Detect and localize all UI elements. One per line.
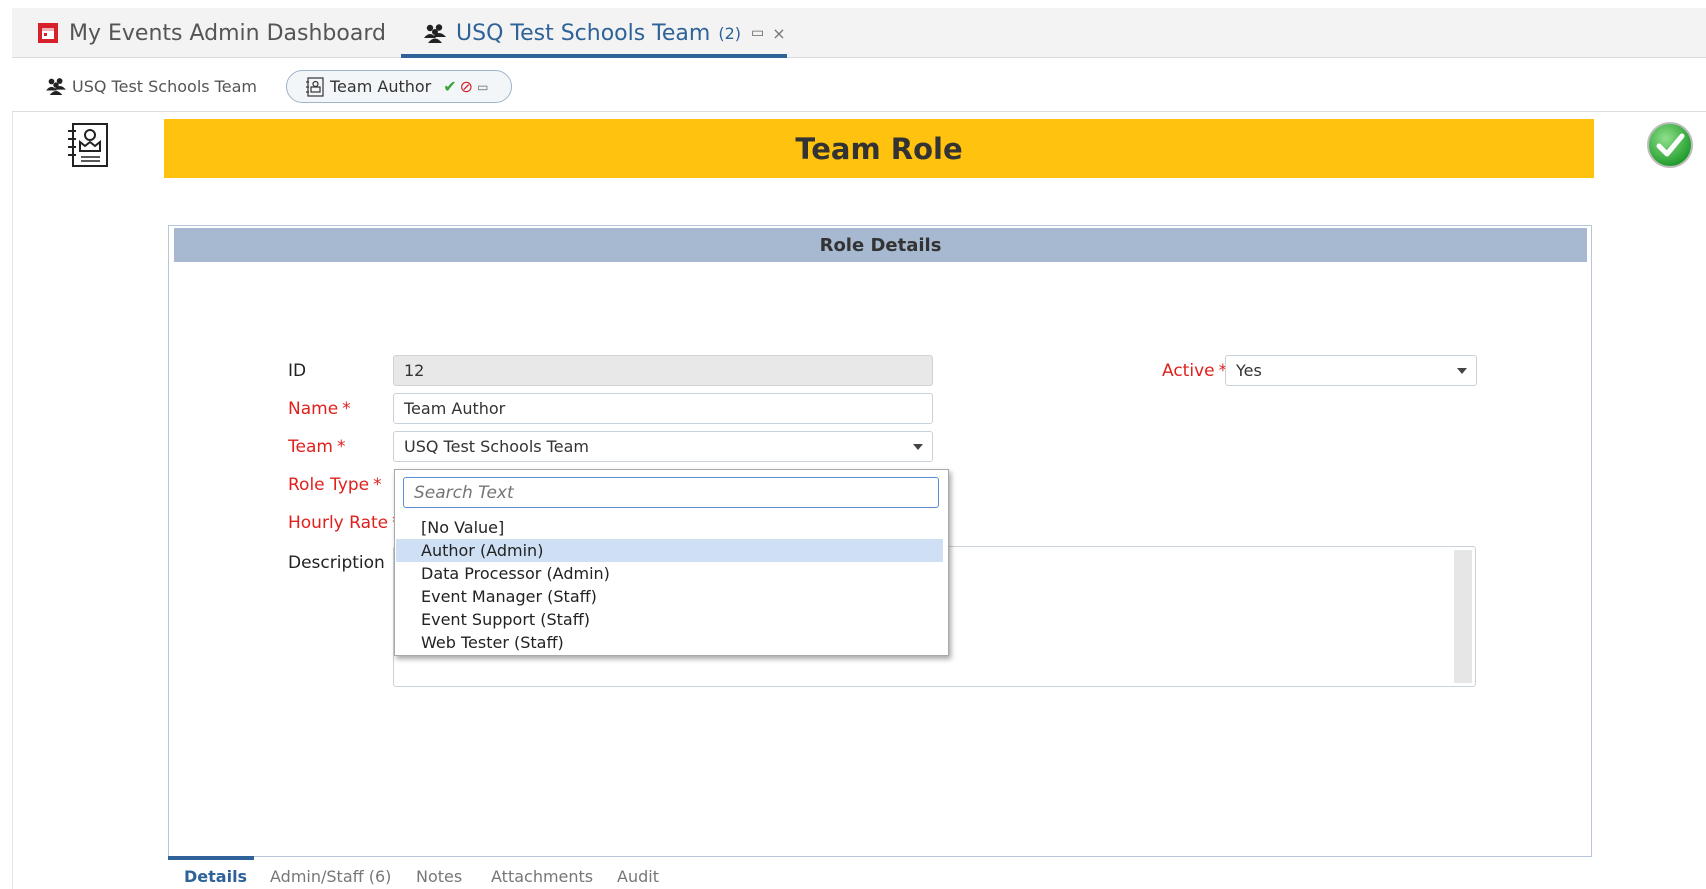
close-icon[interactable]: × — [772, 24, 785, 43]
team-select[interactable]: USQ Test Schools Team — [393, 431, 933, 462]
calendar-icon — [37, 22, 59, 44]
name-label: Name * — [288, 399, 351, 419]
name-field[interactable]: Team Author — [393, 393, 933, 424]
search-input[interactable] — [403, 477, 939, 508]
description-label: Description — [288, 553, 385, 573]
tab-details[interactable]: Details — [184, 863, 247, 889]
dropdown-option[interactable]: Event Manager (Staff) — [396, 585, 943, 608]
hourly-rate-label: Hourly Rate* — [288, 513, 401, 533]
breadcrumb-role-label: Team Author — [330, 77, 432, 96]
role-type-label: Role Type * — [288, 475, 382, 495]
chevron-down-icon — [1457, 368, 1467, 374]
tab-label: My Events Admin Dashboard — [69, 20, 386, 46]
active-tab-indicator — [401, 54, 787, 58]
popout-icon[interactable]: ▭ — [477, 80, 488, 94]
tab-label: USQ Test Schools Team — [456, 20, 711, 46]
breadcrumb-role[interactable]: Team Author ✔ ⊘ ▭ — [286, 70, 512, 103]
popout-icon[interactable]: ▭ — [751, 25, 764, 41]
id-label: ID — [288, 361, 307, 381]
active-bottom-tab-indicator — [168, 856, 254, 860]
breadcrumb-team[interactable]: USQ Test Schools Team — [46, 72, 257, 100]
role-card-icon — [64, 121, 112, 169]
green-check-icon[interactable] — [1646, 121, 1694, 169]
dropdown-option[interactable]: [No Value] — [396, 516, 943, 539]
breadcrumb-team-label: USQ Test Schools Team — [72, 76, 257, 96]
breadcrumb — [12, 60, 1706, 112]
dropdown-option[interactable]: Data Processor (Admin) — [396, 562, 943, 585]
tab-my-events-admin-dashboard[interactable]: My Events Admin Dashboard — [37, 8, 386, 58]
id-field: 12 — [393, 355, 933, 386]
group-icon — [424, 23, 446, 43]
dropdown-option-highlighted[interactable]: Author (Admin) — [396, 539, 943, 562]
active-label: Active * — [1162, 361, 1228, 381]
dropdown-option[interactable]: Event Support (Staff) — [396, 608, 943, 631]
tab-count: (2) — [718, 23, 742, 43]
team-label: Team * — [288, 437, 346, 457]
content-left-border — [12, 112, 13, 889]
tab-audit[interactable]: Audit — [617, 863, 659, 889]
description-scrollbar[interactable] — [1454, 550, 1472, 683]
role-card-icon — [305, 76, 325, 97]
dropdown-option[interactable]: Web Tester (Staff) — [396, 631, 943, 654]
group-icon — [46, 77, 66, 95]
chevron-down-icon — [913, 444, 923, 450]
panel-title: Role Details — [174, 228, 1587, 262]
active-select[interactable]: Yes — [1225, 355, 1477, 386]
tab-notes[interactable]: Notes — [416, 863, 462, 889]
stop-icon[interactable]: ⊘ — [460, 77, 473, 96]
tab-admin-staff[interactable]: Admin/Staff (6) — [270, 863, 391, 889]
tab-attachments[interactable]: Attachments — [491, 863, 593, 889]
tab-usq-test-schools-team[interactable]: USQ Test Schools Team (2) ▭ × — [424, 8, 786, 58]
check-icon[interactable]: ✔ — [443, 77, 456, 96]
page-title: Team Role — [164, 119, 1594, 178]
